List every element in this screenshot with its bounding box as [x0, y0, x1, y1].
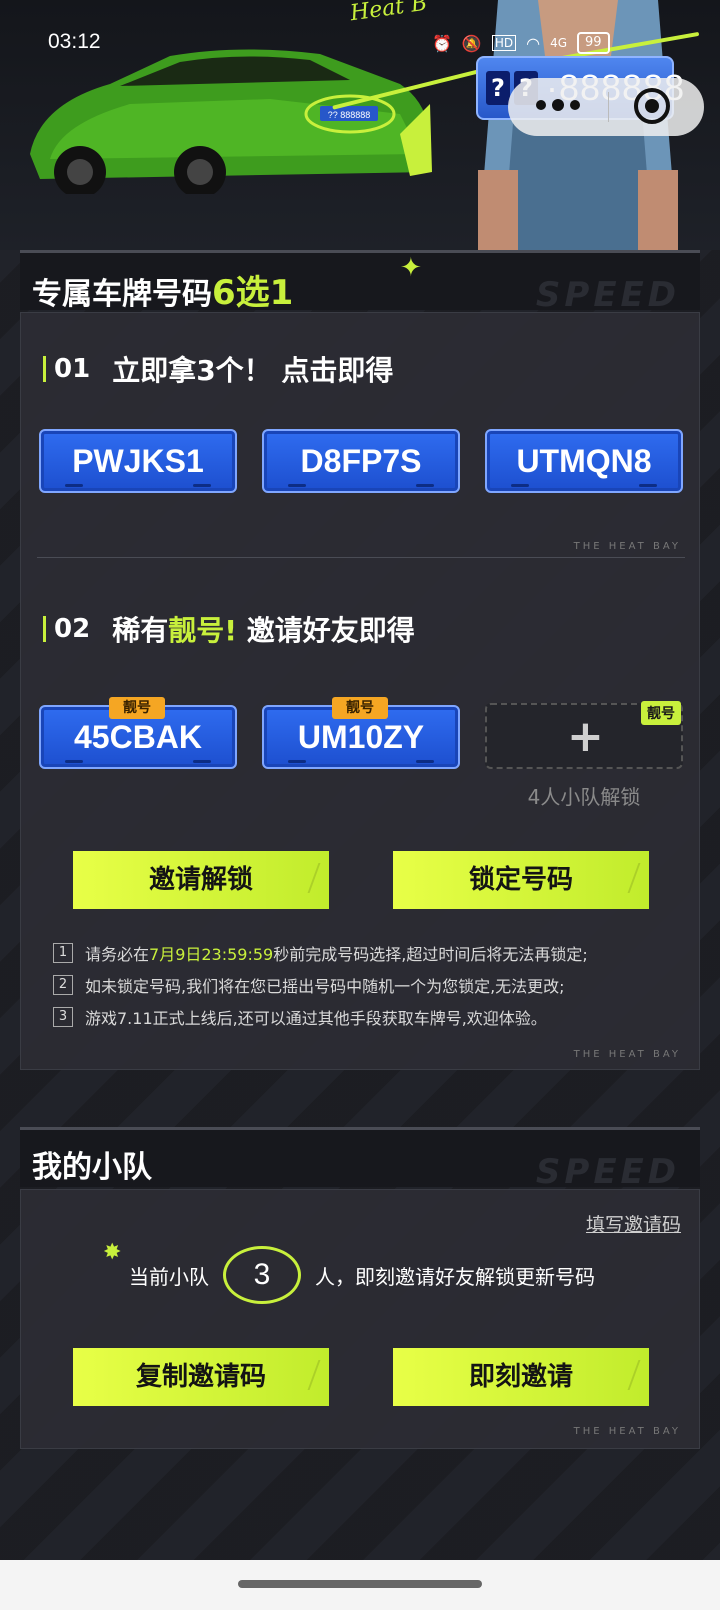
header-bg-word: SPEED — [535, 1152, 680, 1192]
home-indicator[interactable] — [238, 1580, 482, 1588]
invite-unlock-button[interactable]: 邀请解锁 — [73, 851, 329, 909]
plate-text: D8FP7S — [300, 443, 422, 479]
note-number: 3 — [53, 1007, 73, 1027]
locked-slot-caption: 4人小队解锁 — [527, 785, 641, 809]
wifi-icon: ◠ — [526, 33, 541, 53]
sports-car-illustration: ?? 888888 — [30, 49, 432, 194]
hd-icon: HD — [491, 35, 517, 51]
step1-number: 01 — [54, 354, 91, 384]
header-bg-word: SPEED — [535, 275, 680, 315]
close-target-icon[interactable] — [634, 88, 670, 124]
step1-text: 立即拿3个！ 点击即得 — [112, 354, 394, 387]
status-time: 03:12 — [48, 30, 101, 53]
rare-badge: 靓号 — [641, 701, 681, 725]
team-prefix: 当前小队 — [129, 1264, 209, 1289]
plate-text: PWJKS1 — [72, 443, 204, 479]
title-highlight: 6选1 — [212, 273, 294, 313]
team-suffix: 人，即刻邀请好友解锁更新号码 — [315, 1264, 595, 1289]
rare-badge: 靓号 — [332, 697, 388, 719]
system-navigation-bar — [0, 1560, 720, 1610]
step2-text-b: 邀请好友即得 — [236, 614, 415, 647]
rule-note: 2 如未锁定号码,我们将在您已摇出号码中随机一个为您锁定,无法更改; — [53, 973, 565, 997]
note-number: 1 — [53, 943, 73, 963]
divider — [37, 557, 685, 558]
free-plate-option[interactable]: D8FP7S — [262, 429, 460, 493]
car-plate-text: ?? 888888 — [328, 110, 371, 120]
mini-program-capsule — [508, 78, 704, 136]
hero-slogan: Heat B — [348, 0, 429, 27]
mute-icon: 🔕 — [461, 33, 482, 53]
free-plate-option[interactable]: UTMQN8 — [485, 429, 683, 493]
lock-number-button[interactable]: 锁定号码 — [393, 851, 649, 909]
plate-text: 45CBAK — [73, 719, 203, 755]
section-team-title: 我的小队 — [32, 1150, 152, 1185]
alarm-icon: ⏰ — [432, 33, 452, 53]
rule-note: 3 游戏7.11正式上线后,还可以通过其他手段获取车牌号,欢迎体验。 — [53, 1005, 547, 1029]
step2-number: 02 — [54, 614, 91, 644]
fill-invite-code-link[interactable]: 填写邀请码 — [586, 1210, 681, 1237]
plus-icon: + — [567, 711, 604, 762]
rare-plate-option[interactable]: 靓号 UM10ZY — [262, 697, 460, 769]
step2-title: 02 稀有 靓号! 邀请好友即得 — [43, 609, 415, 649]
section-team-panel: 填写邀请码 ✸ 当前小队 3 人，即刻邀请好友解锁更新号码 复制邀请码 即刻邀请… — [20, 1189, 700, 1449]
plate-text: UTMQN8 — [516, 443, 652, 479]
step-marker — [43, 356, 46, 382]
section-plates-panel: 01 立即拿3个！ 点击即得 PWJKS1 D8FP7S UTMQN8 THE … — [20, 312, 700, 1070]
watermark: THE HEAT BAY — [573, 1049, 681, 1060]
team-status: ✸ 当前小队 3 人，即刻邀请好友解锁更新号码 — [103, 1240, 595, 1304]
copy-invite-code-button[interactable]: 复制邀请码 — [73, 1348, 329, 1406]
step2-text-a: 稀有 — [112, 614, 169, 647]
rare-plate-option[interactable]: 靓号 45CBAK — [39, 697, 237, 769]
invite-now-button[interactable]: 即刻邀请 — [393, 1348, 649, 1406]
section-team-header: SPEED 我的小队 — [20, 1127, 700, 1192]
plate-province-char: ? — [486, 71, 510, 105]
locked-plate-slot[interactable]: + 靓号 — [485, 701, 683, 769]
free-plate-option[interactable]: PWJKS1 — [39, 429, 237, 493]
team-count: 3 — [223, 1246, 301, 1304]
battery-icon: 99 — [577, 32, 610, 54]
note-deadline: 7月9日23:59:59 — [149, 945, 274, 964]
step2-text-highlight: 靓号! — [168, 614, 237, 647]
sparkle-icon: ✦ — [400, 253, 422, 283]
step1-title: 01 立即拿3个！ 点击即得 — [43, 349, 393, 389]
plate-text: UM10ZY — [297, 719, 425, 755]
title-prefix: 专属车牌号码 — [32, 277, 212, 312]
note-text: 游戏7.11正式上线后,还可以通过其他手段获取车牌号,欢迎体验。 — [85, 1009, 547, 1028]
section-plates-header: SPEED 专属车牌号码6选1 ✦ — [20, 250, 700, 315]
rule-note: 1 请务必在 7月9日23:59:59 秒前完成号码选择,超过时间后将无法再锁定; — [53, 941, 588, 965]
capsule-divider — [608, 92, 609, 122]
hero-banner: Heat B ?? 888888 ? ? ·888888 03:12 ⏰ 🔕 H… — [0, 0, 720, 250]
note-text: 秒前完成号码选择,超过时间后将无法再锁定; — [273, 945, 588, 964]
note-text: 如未锁定号码,我们将在您已摇出号码中随机一个为您锁定,无法更改; — [85, 977, 565, 996]
status-bar: 03:12 ⏰ 🔕 HD ◠ 4G 99 — [0, 26, 720, 60]
watermark: THE HEAT BAY — [573, 1426, 681, 1437]
step-marker — [43, 616, 46, 642]
sparkle-icon: ✸ — [103, 1240, 122, 1265]
rare-badge: 靓号 — [109, 697, 165, 719]
section-plates-title: 专属车牌号码6选1 — [32, 265, 293, 314]
note-text: 请务必在 — [85, 945, 150, 964]
watermark: THE HEAT BAY — [573, 541, 681, 552]
signal-icon: 4G — [550, 36, 568, 50]
status-icons: ⏰ 🔕 HD ◠ 4G 99 — [432, 32, 610, 54]
more-menu-icon[interactable] — [536, 99, 580, 111]
note-number: 2 — [53, 975, 73, 995]
